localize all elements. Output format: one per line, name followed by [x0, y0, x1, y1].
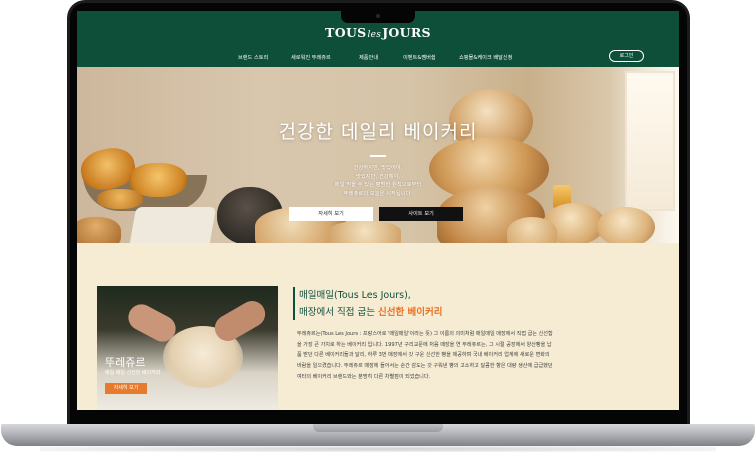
- hero-line: 매일 먹을 수 있는 평범한 원칙으로부터: [334, 182, 422, 188]
- hero-banner: 건강한 데일리 베이커리 건강하지만, 맛있어야, 맛있지만, 건강해야, 매일…: [77, 67, 679, 243]
- promo-detail-button[interactable]: 자세히 보기: [105, 383, 147, 394]
- hero-detail-button[interactable]: 자세히 보기: [289, 207, 373, 221]
- hero-description: 건강하지만, 맛있어야, 맛있지만, 건강해야, 매일 먹을 수 있는 평범한 …: [297, 164, 459, 198]
- main-nav: 브랜드 스토리 새로워진 뚜레쥬르 제품안내 이벤트&멤버쉽 쇼핑몰&케이크 배…: [77, 54, 679, 64]
- logo-word-les: les: [367, 30, 382, 40]
- login-button[interactable]: 로그인: [609, 50, 644, 62]
- laptop-shadow: [40, 446, 716, 452]
- logo-word-tous: TOUS: [325, 25, 367, 40]
- baker-arm-image: [210, 296, 270, 346]
- madeleine-image: [97, 189, 143, 209]
- bun-image: [597, 207, 655, 243]
- nav-item-new-tousles[interactable]: 새로워진 뚜레쥬르: [291, 54, 331, 61]
- hero-line: 건강하지만, 맛있어야,: [353, 165, 403, 171]
- promo-card[interactable]: 뚜레쥬르 매일 매일 신선한 베이커리 자세히 보기: [97, 286, 278, 410]
- promo-title: 뚜레쥬르: [105, 356, 146, 369]
- about-headline-line2: 매장에서 직접 굽는 신선한 베이커리: [299, 304, 442, 318]
- hero-site-button[interactable]: 사이트 보기: [379, 207, 463, 221]
- tablecloth-image: [129, 207, 217, 243]
- hero-line: 뚜레쥬르의 오늘은 시작됩니다.: [343, 190, 413, 197]
- nav-item-shop-cake-delivery[interactable]: 쇼핑몰&케이크 배달신청: [459, 54, 512, 61]
- nav-item-events-membership[interactable]: 이벤트&멤버쉽: [403, 54, 436, 61]
- hero-line: 맛있지만, 건강해야,: [355, 173, 401, 180]
- hero-divider: [370, 155, 386, 157]
- promo-subtitle: 매일 매일 신선한 베이커리: [105, 370, 161, 376]
- headline-accent: 신선한 베이커리: [377, 307, 443, 318]
- camera-dot: [376, 14, 380, 18]
- bread-loaf-image: [77, 217, 121, 243]
- laptop-bottom-bezel: [70, 410, 687, 425]
- brand-logo[interactable]: TOUSlesJOURS: [77, 25, 679, 40]
- laptop-base-groove: [313, 424, 443, 432]
- about-body-text: 뚜레쥬르는(Tous Les Jours : 프랑스어로 '매일매일'이라는 뜻…: [297, 331, 553, 380]
- sliced-bread-image: [329, 221, 401, 243]
- logo-word-jours: JOURS: [382, 25, 431, 40]
- bun-image: [507, 217, 557, 243]
- about-headline-line1: 매일매일(Tous Les Jours),: [299, 290, 411, 301]
- nav-item-products[interactable]: 제품안내: [359, 54, 378, 61]
- hero-title: 건강한 데일리 베이커리: [278, 121, 478, 143]
- headline-prefix: 매장에서 직접 굽는: [299, 307, 378, 318]
- nav-item-brand-story[interactable]: 브랜드 스토리: [238, 54, 268, 61]
- headline-accent-bar: [293, 287, 295, 320]
